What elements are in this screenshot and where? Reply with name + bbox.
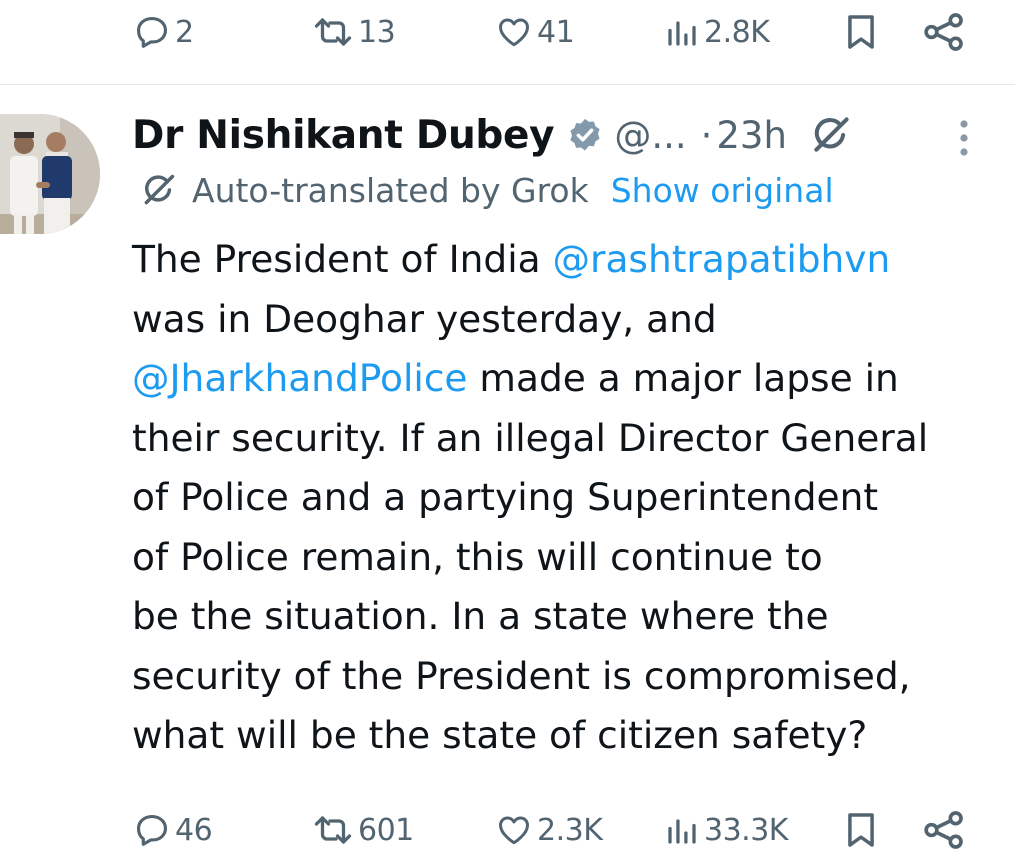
views-count: 2.8K	[704, 14, 770, 50]
share-icon	[924, 13, 963, 51]
auto-translated-label: Auto-translated by Grok	[192, 170, 589, 210]
show-original-link[interactable]: Show original	[611, 171, 834, 210]
avatar-photo	[0, 114, 100, 234]
share-button[interactable]	[922, 800, 966, 860]
views-button[interactable]: 33.3K	[664, 800, 788, 860]
tweet-text-line: The President of India @rashtrapatibhvn	[132, 230, 1007, 290]
repost-count: 13	[358, 14, 396, 50]
translation-notice: Auto-translated by Grok Show original	[140, 166, 834, 214]
tweet-text-line: security of the President is compromised…	[132, 653, 911, 698]
views-count: 33.3K	[704, 812, 788, 848]
heart-icon	[499, 18, 529, 47]
avatar[interactable]	[0, 114, 100, 234]
tweet-text-line: @JharkhandPolice made a major lapse in	[132, 349, 1007, 409]
bookmark-icon	[848, 813, 874, 847]
reply-icon	[136, 814, 168, 846]
like-count: 2.3K	[537, 812, 603, 848]
reply-count: 46	[175, 812, 213, 848]
verified-badge-icon[interactable]	[566, 116, 604, 154]
repost-button[interactable]: 601	[312, 800, 414, 860]
mention-link[interactable]: @rashtrapatibhvn	[553, 237, 891, 281]
tweet-text-line: of Police and a partying Superintendent	[132, 475, 879, 519]
bookmark-button[interactable]	[844, 800, 878, 860]
tweet-text-segment: made a major lapse in	[467, 356, 899, 400]
heart-icon	[499, 816, 529, 845]
tweet-text-line: be the situation. In a state where the	[132, 594, 829, 638]
grok-icon	[144, 174, 175, 205]
bookmark-icon	[848, 15, 874, 49]
author-display-name[interactable]: Dr Nishikant Dubey	[132, 113, 555, 158]
repost-icon	[314, 816, 352, 844]
post-thread: 2 13 41 2.8K Dr Nishikant Dubey @... · 2…	[0, 0, 1015, 862]
reply-count: 2	[175, 14, 194, 50]
like-count: 41	[537, 14, 575, 50]
bookmark-button[interactable]	[844, 2, 878, 62]
share-button[interactable]	[922, 2, 966, 62]
tweet-text-line: their security. If an illegal Director G…	[132, 415, 929, 460]
tweet-timestamp[interactable]: 23h	[716, 114, 787, 157]
views-button[interactable]: 2.8K	[664, 2, 770, 62]
like-button[interactable]: 2.3K	[495, 800, 603, 860]
tweet-header: Dr Nishikant Dubey @... · 23h	[132, 105, 853, 165]
more-icon[interactable]	[952, 118, 976, 158]
author-handle[interactable]: @...	[614, 114, 686, 157]
repost-button[interactable]: 13	[312, 2, 396, 62]
tweet-divider	[0, 84, 1015, 85]
previous-tweet-action-bar: 2 13 41 2.8K	[0, 2, 1015, 62]
views-icon	[668, 21, 696, 46]
share-icon	[924, 811, 963, 849]
reply-button[interactable]: 46	[133, 800, 213, 860]
like-button[interactable]: 41	[495, 2, 575, 62]
tweet-text: The President of India @rashtrapatibhvn …	[132, 230, 1007, 766]
repost-count: 601	[358, 812, 414, 848]
reply-icon	[136, 16, 168, 48]
tweet-text-line: was in Deoghar yesterday, and	[132, 296, 717, 341]
views-icon	[668, 819, 696, 844]
repost-icon	[314, 18, 352, 46]
tweet-text-line: of Police remain, this will continue to	[132, 534, 823, 579]
tweet-text-segment: The President of India	[132, 237, 553, 281]
tweet-action-bar: 46 601 2.3K 33.3K	[0, 800, 1015, 860]
grok-icon[interactable]	[809, 113, 853, 157]
reply-button[interactable]: 2	[133, 2, 194, 62]
header-separator: ·	[700, 113, 713, 157]
mention-link[interactable]: @JharkhandPolice	[132, 356, 468, 400]
tweet-text-line: what will be the state of citizen safety…	[132, 713, 868, 757]
